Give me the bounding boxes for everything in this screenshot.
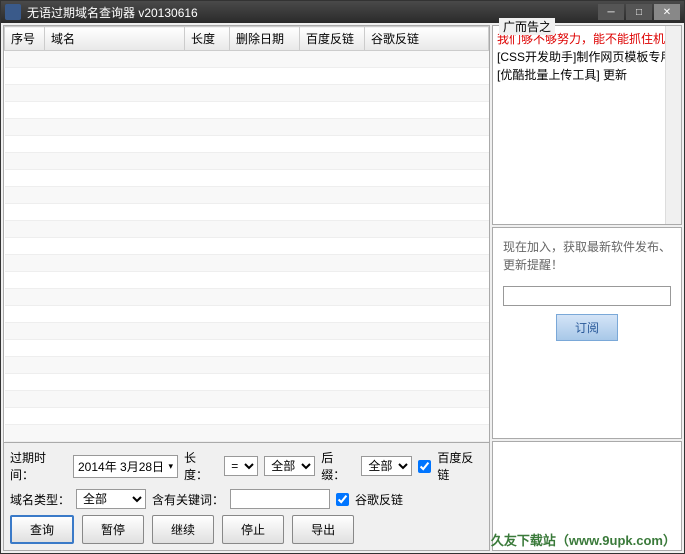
ad-line-2[interactable]: [CSS开发助手]制作网页模板专用	[497, 48, 677, 66]
watermark: 久友下载站（www.9upk.com）	[491, 530, 676, 549]
results-table: 序号 域名 长度 删除日期 百度反链 谷歌反链	[4, 26, 489, 442]
ad-title: 广而告之	[499, 18, 555, 35]
minimize-button[interactable]: ─	[598, 4, 624, 20]
window-controls: ─ □ ✕	[598, 4, 680, 20]
filter-controls: 过期时间： 2014年 3月28日 ▾ 长度： = 全部 后缀： 全部 百度反链…	[4, 442, 489, 550]
main-window: 无语过期域名查询器 v20130616 ─ □ ✕ 序号 域名 长度 删除日期 …	[0, 0, 685, 554]
expire-label: 过期时间：	[10, 449, 67, 483]
length-op-select[interactable]: =	[224, 456, 258, 476]
suffix-select[interactable]: 全部	[361, 456, 412, 476]
suffix-label: 后缀：	[321, 449, 355, 483]
subscribe-email-input[interactable]	[503, 286, 671, 306]
baidu-check-label: 百度反链	[437, 449, 483, 483]
subscribe-text: 现在加入，获取最新软件发布、更新提醒！	[503, 238, 671, 274]
col-index[interactable]: 序号	[5, 27, 45, 51]
calendar-icon: ▾	[168, 461, 173, 472]
keyword-label: 含有关键词：	[152, 491, 224, 508]
continue-button[interactable]: 继续	[152, 515, 214, 544]
pause-button[interactable]: 暂停	[82, 515, 144, 544]
ad-scrollbar[interactable]	[665, 26, 681, 224]
close-button[interactable]: ✕	[654, 4, 680, 20]
left-panel: 序号 域名 长度 删除日期 百度反链 谷歌反链	[3, 25, 490, 551]
col-length[interactable]: 长度	[185, 27, 230, 51]
type-select[interactable]: 全部	[76, 489, 146, 509]
google-check-label: 谷歌反链	[355, 491, 403, 508]
keyword-input[interactable]	[230, 489, 330, 509]
export-button[interactable]: 导出	[292, 515, 354, 544]
col-google[interactable]: 谷歌反链	[365, 27, 489, 51]
length-val-select[interactable]: 全部	[264, 456, 315, 476]
table-body	[5, 51, 489, 443]
col-baidu[interactable]: 百度反链	[300, 27, 365, 51]
app-icon	[5, 4, 21, 20]
ad-box: 广而告之 我们够不够努力，能不能抓住机 [CSS开发助手]制作网页模板专用 [优…	[492, 25, 682, 225]
titlebar[interactable]: 无语过期域名查询器 v20130616 ─ □ ✕	[1, 1, 684, 23]
content-area: 序号 域名 长度 删除日期 百度反链 谷歌反链	[1, 23, 684, 553]
ad-line-3[interactable]: [优酷批量上传工具] 更新	[497, 66, 677, 84]
col-delete-date[interactable]: 删除日期	[230, 27, 300, 51]
results-table-container: 序号 域名 长度 删除日期 百度反链 谷歌反链	[4, 26, 489, 442]
google-checkbox[interactable]	[336, 493, 349, 506]
stop-button[interactable]: 停止	[222, 515, 284, 544]
expire-date-picker[interactable]: 2014年 3月28日 ▾	[73, 455, 178, 478]
maximize-button[interactable]: □	[626, 4, 652, 20]
baidu-checkbox[interactable]	[418, 460, 431, 473]
col-domain[interactable]: 域名	[45, 27, 185, 51]
type-label: 域名类型：	[10, 491, 70, 508]
length-label: 长度：	[184, 449, 218, 483]
right-panel: 广而告之 我们够不够努力，能不能抓住机 [CSS开发助手]制作网页模板专用 [优…	[492, 25, 682, 551]
query-button[interactable]: 查询	[10, 515, 74, 544]
subscribe-button[interactable]: 订阅	[556, 314, 618, 341]
subscribe-box: 现在加入，获取最新软件发布、更新提醒！ 订阅	[492, 227, 682, 439]
